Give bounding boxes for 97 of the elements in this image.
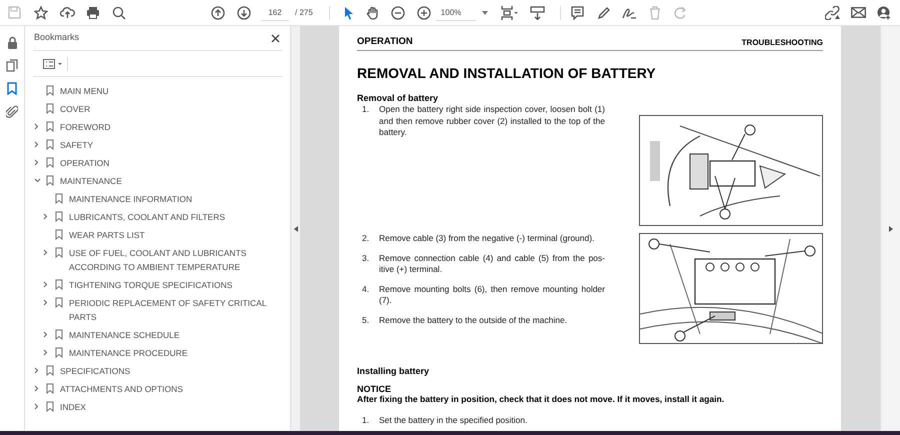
bookmark-icon: [55, 193, 63, 204]
star-icon[interactable]: [34, 6, 48, 20]
signature-icon[interactable]: [622, 6, 637, 20]
section-heading: Installing battery: [357, 366, 430, 376]
page-down-icon[interactable]: [237, 6, 251, 20]
page-header-text: OPERATION: [357, 35, 413, 49]
step-number: 3.: [361, 252, 370, 265]
bookmark-icon: [55, 347, 63, 358]
dropdown-caret-icon[interactable]: [482, 10, 488, 14]
page-number-field[interactable]: 162: [261, 4, 289, 20]
search-icon[interactable]: [112, 6, 126, 20]
zoom-field[interactable]: 100%: [436, 4, 476, 20]
bookmark-icon: [46, 175, 54, 186]
bookmark-item[interactable]: COVER: [60, 102, 98, 116]
notice-text: After fixing the battery in position, check that it does not move. If it moves, install it again.: [357, 394, 726, 406]
bookmark-icon: [46, 121, 54, 132]
bookmark-icon: [46, 401, 54, 412]
bookmark-item[interactable]: USE OF FUEL, COOLANT AND LUBRICANTS ACCORDING TO AMBIENT TEMPERATURE: [69, 246, 290, 274]
account-icon[interactable]: [877, 6, 891, 20]
bookmark-item[interactable]: PERIODIC REPLACEMENT OF SAFETY CRITICAL PARTS: [69, 296, 290, 324]
lock-icon[interactable]: [6, 36, 18, 49]
cloud-upload-icon[interactable]: [60, 6, 75, 19]
bookmark-item[interactable]: MAINTENANCE SCHEDULE: [69, 328, 188, 342]
chevron-down-icon[interactable]: [34, 178, 41, 183]
chevron-right-icon[interactable]: [43, 349, 48, 356]
step-text: Remove mounting bolts (6), then remove mounting holder (7).: [379, 284, 605, 307]
notice-label: NOTICE: [357, 384, 392, 394]
step-number: 4.: [361, 284, 370, 296]
pen-icon[interactable]: [596, 6, 611, 20]
bookmark-icon: [46, 139, 54, 150]
step-text: Open the battery right side inspection cover, loosen bolt (1) and then remove rubber cover (2) installed to the top of the battery.: [379, 104, 605, 139]
bookmark-icon: [46, 85, 54, 96]
bookmark-icon: [55, 229, 63, 240]
step-number: 2.: [361, 233, 370, 245]
chevron-right-icon[interactable]: [34, 123, 39, 130]
page-title: REMOVAL AND INSTALLATION OF BATTERY: [357, 65, 657, 82]
bookmark-icon: [55, 279, 63, 290]
mail-icon[interactable]: [851, 7, 866, 18]
bookmark-icon: [46, 365, 54, 376]
chevron-right-icon[interactable]: [34, 385, 39, 392]
step-text: Remove connection cable (4) and cable (5) from the pos-itive (+) terminal.: [379, 252, 605, 276]
link-icon[interactable]: [825, 6, 840, 20]
print-icon[interactable]: [86, 6, 100, 19]
pages-icon[interactable]: [6, 59, 18, 72]
chevron-right-icon[interactable]: [43, 281, 48, 288]
close-icon[interactable]: [271, 34, 280, 42]
chevron-right-icon[interactable]: [43, 213, 48, 220]
zoom-in-icon[interactable]: [416, 6, 431, 20]
paperclip-icon[interactable]: [6, 105, 18, 118]
bookmark-item[interactable]: MAINTENANCE PROCEDURE: [69, 346, 196, 360]
chevron-right-icon[interactable]: [43, 249, 48, 256]
bookmark-icon: [55, 211, 63, 222]
bookmark-item[interactable]: FOREWORD: [60, 120, 119, 134]
bookmark-icon: [55, 247, 63, 258]
bookmark-icon: [55, 297, 63, 308]
section-heading: Removal of battery: [357, 93, 440, 104]
bookmark-item[interactable]: ATTACHMENTS AND OPTIONS: [60, 382, 191, 396]
bookmark-item[interactable]: MAINTENANCE: [60, 174, 130, 188]
bookmark-item[interactable]: OPERATION: [60, 156, 118, 170]
pointer-icon[interactable]: [344, 6, 354, 20]
chevron-right-icon[interactable]: [43, 331, 48, 338]
bookmark-item[interactable]: INDEX: [60, 400, 94, 414]
comment-icon[interactable]: [570, 6, 584, 20]
panel-title: Bookmarks: [34, 31, 80, 44]
collapse-arrow-icon[interactable]: [294, 226, 298, 232]
page-total-label: / 275: [295, 6, 313, 18]
expand-arrow-icon[interactable]: [888, 226, 892, 232]
step-number: 1.: [361, 104, 370, 116]
bookmark-icon: [46, 383, 54, 394]
bookmark-icon: [46, 103, 54, 114]
step-text: Remove cable (3) from the negative (-) terminal (ground).: [379, 233, 594, 245]
chevron-right-icon[interactable]: [34, 403, 39, 410]
bookmark-item[interactable]: WEAR PARTS LIST: [69, 228, 153, 242]
zoom-out-icon[interactable]: [390, 6, 405, 20]
chevron-right-icon[interactable]: [34, 159, 39, 166]
step-text: Set the battery in the specified position.: [379, 415, 528, 427]
step-number: 1.: [361, 415, 370, 427]
bookmark-item[interactable]: LUBRICANTS, COOLANT AND FILTERS: [69, 210, 234, 224]
bookmark-item[interactable]: MAINTENANCE INFORMATION: [69, 192, 200, 206]
fit-page-icon[interactable]: [500, 4, 518, 20]
options-menu-icon[interactable]: [43, 58, 63, 68]
bookmark-icon: [46, 157, 54, 168]
bookmark-item[interactable]: SAFETY: [60, 138, 102, 152]
bookmark-icon[interactable]: [7, 82, 17, 95]
hand-icon[interactable]: [366, 6, 380, 20]
bookmark-item[interactable]: TIGHTENING TORQUE SPECIFICATIONS: [69, 278, 240, 292]
chevron-right-icon[interactable]: [34, 141, 39, 148]
step-text: Remove the battery to the outside of the machine.: [379, 314, 568, 326]
chevron-right-icon[interactable]: [43, 299, 48, 306]
bookmark-icon: [55, 329, 63, 340]
bookmark-item[interactable]: SPECIFICATIONS: [60, 364, 138, 378]
bookmark-item[interactable]: MAIN MENU: [60, 84, 117, 98]
scroll-mode-icon[interactable]: [530, 6, 545, 20]
step-number: 5.: [361, 314, 370, 326]
chevron-right-icon[interactable]: [34, 367, 39, 374]
page-header-text: TROUBLESHOOTING: [742, 37, 823, 50]
page-up-icon[interactable]: [211, 6, 225, 20]
